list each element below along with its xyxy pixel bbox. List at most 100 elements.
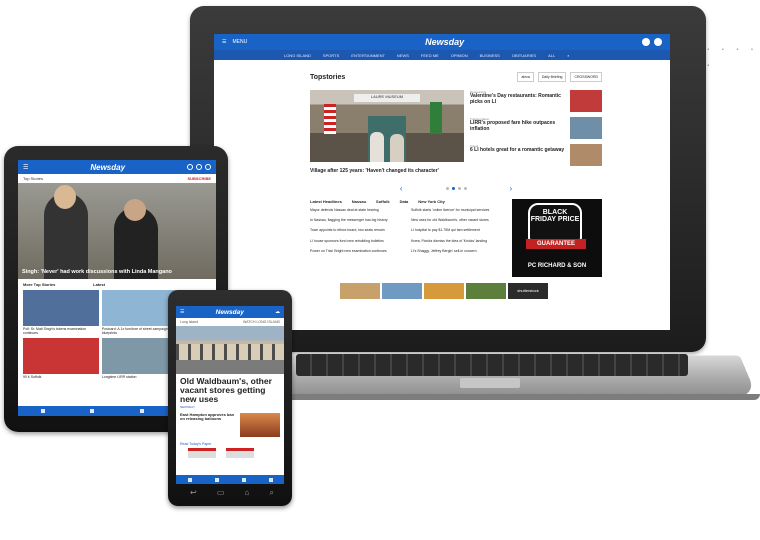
nav-item[interactable]: ALL [548, 53, 555, 58]
phone-screen: ☰ Newsday ☁ Long Island WATCH LONG ISLAN… [176, 306, 284, 484]
filter-tab[interactable]: Nassau [352, 199, 366, 204]
alexa-link[interactable]: alexa [517, 72, 534, 82]
account-area[interactable] [642, 38, 662, 46]
filter-tab[interactable]: Data [400, 199, 409, 204]
tablet-header-icons [186, 164, 211, 170]
hero-sign: LAURE MUSEUM [354, 94, 420, 102]
hamburger-icon: ☰ [222, 39, 227, 45]
ad-badge: GUARANTEE [526, 239, 586, 249]
nav-item[interactable]: OBITUARIES [512, 53, 536, 58]
tablet-hero-image[interactable]: Singh: 'Never' had work discussions with… [18, 183, 216, 279]
search-key-icon[interactable]: ⌕ [269, 488, 273, 498]
carousel-dot[interactable] [457, 187, 461, 190]
hamburger-icon[interactable]: ☰ [180, 309, 184, 315]
headline-link[interactable]: Knew, Florida dismiss the idea of 'Knick… [411, 239, 506, 243]
prev-arrow-icon[interactable]: ‹ [400, 184, 403, 193]
phone-logo[interactable]: Newsday [216, 309, 244, 316]
video-tab-icon[interactable] [139, 409, 144, 413]
nav-item[interactable]: BUSINESS [480, 53, 500, 58]
briefing-link[interactable]: Daily Briefing [537, 72, 567, 82]
side-story[interactable]: Transportation LIRR's proposed fare hike … [470, 117, 602, 139]
avatar [654, 38, 662, 46]
headline-link[interactable]: Mayor defends Nassau deal at state heari… [310, 208, 405, 212]
story-card[interactable]: Poll: Sr. Mati Singh's tokens examinatio… [23, 290, 99, 335]
nav-item[interactable]: FEED ME [421, 53, 439, 58]
phone-hero-image[interactable] [176, 326, 284, 374]
photo-thumb[interactable] [340, 283, 380, 299]
site-logo[interactable]: Newsday [425, 37, 464, 47]
headline-link[interactable]: LI hospital to pay $1.75M qui tam settle… [411, 228, 506, 232]
latest-headlines: Mayor defends Nassau deal at state heari… [310, 208, 506, 253]
hero-image[interactable]: LAURE MUSEUM [310, 90, 464, 162]
search-icon[interactable] [204, 164, 211, 170]
photo-thumb[interactable]: shutterstock [508, 283, 548, 299]
story-card[interactable]: Longtime LIRR station [101, 338, 178, 379]
filter-tab[interactable]: New York City [418, 199, 445, 204]
home-key-icon[interactable]: ⌂ [245, 488, 250, 498]
phone-hero-headline[interactable]: Old Waldbaum's, other vacant stores gett… [176, 374, 284, 404]
menu-button[interactable]: ☰ MENU [222, 39, 247, 45]
paper-thumb[interactable] [226, 447, 254, 458]
side-story[interactable]: Restaurants Valentine's Day restaurants: … [470, 90, 602, 112]
story-thumbnail [570, 90, 602, 112]
laptop-edge [258, 394, 760, 400]
advertisement[interactable]: BLACK FRIDAY PRICE GUARANTEE PC RICHARD … [512, 199, 602, 277]
hero-headline[interactable]: Village after 125 years: 'Haven't change… [310, 168, 464, 174]
paper-thumbnails [176, 447, 284, 458]
phone-subheader: Long Island WATCH LONG ISLAND [180, 320, 280, 324]
tablet-subheader: Top Stories SUBSCRIBE [23, 176, 211, 181]
woman-head [124, 199, 146, 221]
photo-strip: shutterstock [340, 283, 602, 299]
carousel-dot[interactable] [463, 187, 467, 190]
headline-link[interactable]: New uses for old Waldbaum's, other vacan… [411, 218, 506, 222]
story-thumbnail [570, 117, 602, 139]
paper-thumb[interactable] [188, 447, 216, 458]
person-left [370, 132, 384, 162]
back-key-icon[interactable]: ↩ [190, 488, 197, 498]
home-tab-icon[interactable] [187, 477, 192, 482]
headline-link[interactable]: Suffolk starts 'online licence' for muni… [411, 208, 506, 212]
tablet-header: ☰ Newsday [18, 160, 216, 174]
video-tab-icon[interactable] [241, 477, 246, 482]
phone-story[interactable]: East Hampton approves ban on releasing b… [176, 410, 284, 440]
carousel-dot-active[interactable] [451, 187, 455, 190]
hamburger-icon[interactable]: ☰ [23, 164, 28, 171]
refresh-icon[interactable] [195, 164, 202, 170]
nav-item[interactable]: NEWS [397, 53, 409, 58]
weather-icon[interactable]: ☁ [275, 309, 280, 315]
side-story[interactable]: Travel 6 LI hotels great for a romantic g… [470, 144, 602, 166]
nav-item[interactable]: LONG ISLAND [284, 53, 311, 58]
top-stories-heading: Topstories [310, 73, 346, 81]
filter-tab[interactable]: Suffolk [376, 199, 390, 204]
nav-item[interactable]: SPORTS [323, 53, 339, 58]
news-tab-icon[interactable] [90, 409, 95, 413]
recents-key-icon[interactable]: ▭ [217, 488, 225, 498]
tablet-logo[interactable]: Newsday [90, 163, 125, 172]
crossword-link[interactable]: CROSSWORD [570, 72, 602, 82]
photo-thumb[interactable] [466, 283, 506, 299]
story-card[interactable]: 90 ¢ Suffolk [23, 338, 99, 379]
next-arrow-icon[interactable]: › [510, 184, 513, 193]
photo-thumb[interactable] [382, 283, 422, 299]
play-icon[interactable] [186, 164, 193, 170]
headline-link[interactable]: Power on Trial: Bright new examination c… [310, 249, 405, 253]
read-paper-link[interactable]: Read Today's Paper [176, 440, 284, 448]
more-top-stories-label: More Top Stories Latest [23, 282, 105, 287]
home-tab-icon[interactable] [40, 409, 45, 413]
more-tab-icon[interactable] [268, 477, 273, 482]
watch-link[interactable]: WATCH LONG ISLAND [243, 320, 280, 324]
story-thumbnail [240, 412, 280, 437]
photo-thumb[interactable] [424, 283, 464, 299]
subscribe-link[interactable]: SUBSCRIBE [187, 176, 211, 181]
search-icon[interactable]: ⌕ [567, 53, 569, 58]
nav-item[interactable]: OPINION [451, 53, 468, 58]
story-card[interactable]: Postcard: A 1x furniture of street campa… [101, 290, 178, 335]
carousel-dot[interactable] [445, 187, 449, 190]
headline-link[interactable]: Town appoints to ethics board, two seats… [310, 228, 405, 232]
nav-item[interactable]: ENTERTAINMENT [351, 53, 385, 58]
news-tab-icon[interactable] [214, 477, 219, 482]
headline-link[interactable]: In Nassau, flagging the messenger has bi… [310, 218, 405, 222]
headline-link[interactable]: LI's Shaggy, Jeffrey Bergin' sell-in con… [411, 249, 506, 253]
headline-link[interactable]: LI house sponsors fund new rebuilding bu… [310, 239, 405, 243]
ad-brand: PC RICHARD & SON [527, 263, 587, 269]
